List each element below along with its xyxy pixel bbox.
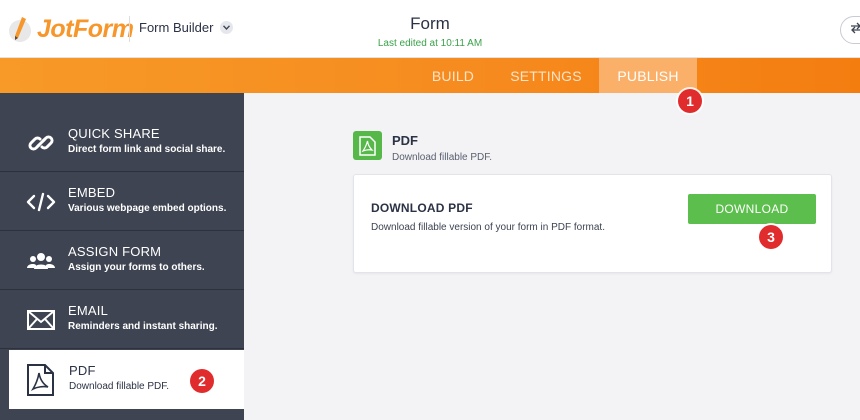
pdf-section-icon — [353, 131, 382, 160]
card-title: DOWNLOAD PDF — [371, 201, 473, 215]
section-description: Download fillable PDF. — [392, 152, 493, 163]
download-pdf-card: DOWNLOAD PDF Download fillable version o… — [353, 174, 832, 273]
builder-nav-bar: BUILD SETTINGS PUBLISH — [0, 58, 860, 93]
top-header: JotForm Form Builder Form Last edited at… — [0, 0, 860, 58]
sidebar-item-desc: Various webpage embed options. — [68, 203, 227, 214]
tab-publish[interactable]: PUBLISH — [599, 58, 697, 93]
section-title: PDF — [392, 133, 418, 148]
step-marker-1: 1 — [678, 89, 702, 113]
envelope-icon — [26, 306, 56, 334]
pdf-icon — [25, 364, 55, 396]
sidebar-item-title: EMAIL — [68, 303, 109, 318]
step-marker-2: 2 — [190, 369, 214, 393]
tab-settings[interactable]: SETTINGS — [502, 58, 590, 93]
sidebar-item-desc: Reminders and instant sharing. — [68, 321, 218, 332]
download-button[interactable]: DOWNLOAD — [688, 194, 816, 224]
sidebar-item-assign-form[interactable]: ASSIGN FORM Assign your forms to others. — [0, 231, 244, 290]
sidebar-item-desc: Download fillable PDF. — [69, 381, 170, 392]
tab-build[interactable]: BUILD — [413, 58, 493, 93]
last-edited-text: Last edited at 10:11 AM — [377, 38, 483, 49]
link-icon — [26, 129, 56, 157]
swap-arrows-icon — [850, 21, 860, 39]
sidebar-item-title: QUICK SHARE — [68, 126, 160, 141]
sidebar-item-email[interactable]: EMAIL Reminders and instant sharing. — [0, 290, 244, 349]
sidebar-item-title: PDF — [69, 363, 96, 378]
sidebar-item-title: EMBED — [68, 185, 116, 200]
sidebar-item-desc: Direct form link and social share. — [68, 144, 226, 155]
sidebar-item-quick-share[interactable]: QUICK SHARE Direct form link and social … — [0, 113, 244, 172]
code-icon — [26, 188, 56, 216]
form-title: Form — [410, 14, 450, 33]
card-description: Download fillable version of your form i… — [371, 222, 605, 233]
users-icon — [26, 247, 56, 275]
sidebar-item-desc: Assign your forms to others. — [68, 262, 205, 273]
sidebar-item-title: ASSIGN FORM — [68, 244, 162, 259]
switch-view-button[interactable] — [840, 16, 860, 44]
sidebar-item-embed[interactable]: EMBED Various webpage embed options. — [0, 172, 244, 231]
step-marker-3: 3 — [759, 225, 783, 249]
